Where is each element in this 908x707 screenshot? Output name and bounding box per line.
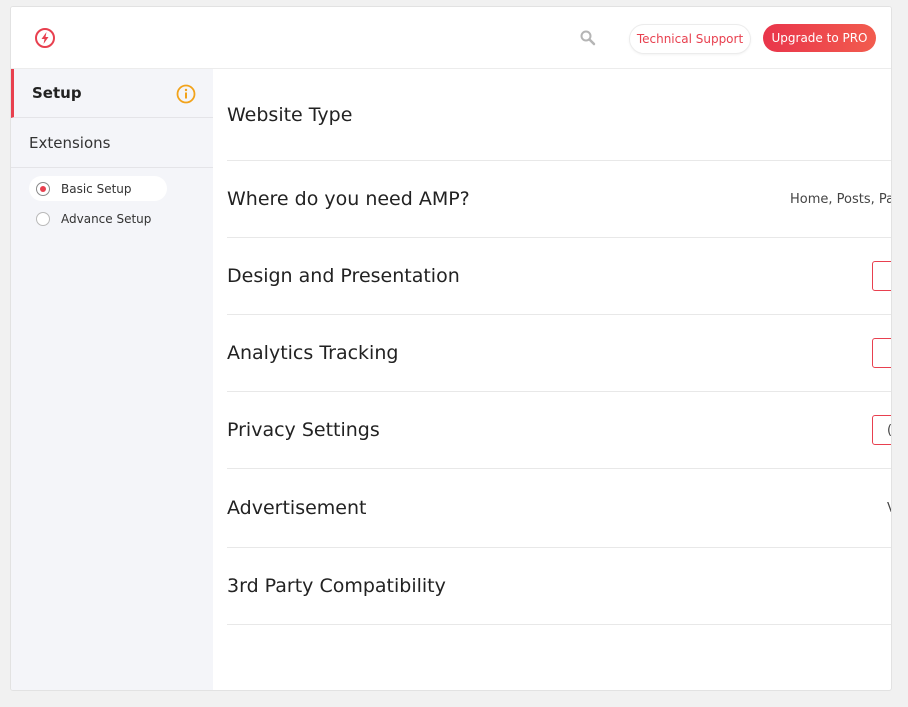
row-value: V <box>887 501 891 516</box>
setting-row-design[interactable]: Design and Presentation <box>227 238 891 315</box>
search-icon[interactable] <box>579 29 597 47</box>
advance-setup-radio[interactable]: Advance Setup <box>29 206 167 231</box>
setting-row-privacy[interactable]: Privacy Settings ( <box>227 392 891 469</box>
row-action-button[interactable] <box>872 338 891 368</box>
sidebar-item-label: Extensions <box>29 134 111 152</box>
radio-unselected-icon <box>36 211 50 226</box>
main-content: Website Type Where do you need AMP? Home… <box>227 69 891 690</box>
sidebar-item-label: Setup <box>32 84 82 102</box>
row-action-button[interactable] <box>872 261 891 291</box>
settings-panel: Technical Support Upgrade to PRO Setup E… <box>10 6 892 691</box>
setting-row-third-party[interactable]: 3rd Party Compatibility <box>227 548 891 625</box>
sidebar-item-setup[interactable]: Setup <box>11 69 213 118</box>
radio-selected-icon <box>36 181 50 196</box>
row-title: Advertisement <box>227 497 367 519</box>
setting-row-where-amp[interactable]: Where do you need AMP? Home, Posts, Pag <box>227 161 891 238</box>
row-button-glyph: ( <box>887 422 892 438</box>
setting-row-website-type[interactable]: Website Type <box>227 69 891 161</box>
radio-label: Basic Setup <box>61 181 132 196</box>
row-title: Privacy Settings <box>227 419 380 441</box>
row-value: Home, Posts, Pag <box>790 191 892 207</box>
technical-support-button[interactable]: Technical Support <box>629 24 751 54</box>
basic-setup-radio[interactable]: Basic Setup <box>29 176 167 201</box>
sidebar: Setup Extensions Basic Setup Advance Set… <box>11 69 213 690</box>
setting-row-analytics[interactable]: Analytics Tracking <box>227 315 891 392</box>
lightning-bolt-icon[interactable] <box>34 27 56 49</box>
row-title: 3rd Party Compatibility <box>227 575 446 597</box>
row-title: Where do you need AMP? <box>227 188 470 210</box>
radio-label: Advance Setup <box>61 211 152 226</box>
sidebar-item-extensions[interactable]: Extensions <box>11 119 213 168</box>
top-header: Technical Support Upgrade to PRO <box>11 7 891 69</box>
row-title: Website Type <box>227 103 353 126</box>
upgrade-to-pro-button[interactable]: Upgrade to PRO <box>763 24 876 52</box>
row-title: Design and Presentation <box>227 265 460 287</box>
info-icon[interactable] <box>176 84 196 104</box>
row-title: Analytics Tracking <box>227 342 399 364</box>
setting-row-advertisement[interactable]: Advertisement V <box>227 469 891 548</box>
